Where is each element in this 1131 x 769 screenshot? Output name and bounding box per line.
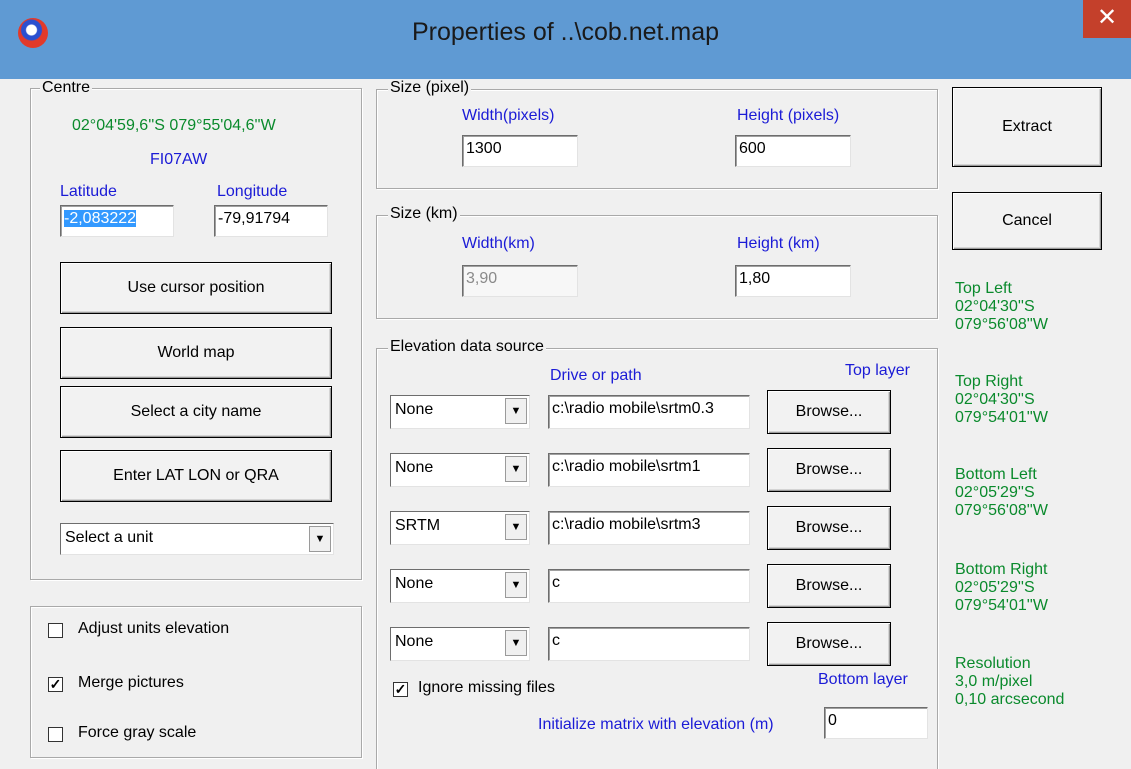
browse-label-5: Browse... xyxy=(795,635,863,652)
resolution-label: Resolution xyxy=(955,655,1031,672)
enter-lat-lon-button[interactable]: Enter LAT LON or QRA xyxy=(60,450,332,502)
elevation-source-select-5[interactable]: None ▼ xyxy=(390,627,530,661)
elevation-path-input-5[interactable]: c xyxy=(548,627,750,661)
merge-pictures-checkbox[interactable]: ✓ xyxy=(48,677,63,692)
elevation-source-value-5: None xyxy=(395,633,434,650)
top-left-lon: 079°56'08''W xyxy=(955,316,1048,333)
elevation-source-select-3[interactable]: SRTM ▼ xyxy=(390,511,530,545)
browse-label-3: Browse... xyxy=(795,519,863,536)
force-gray-label: Force gray scale xyxy=(78,724,197,741)
browse-button-1[interactable]: Browse... xyxy=(767,390,891,434)
width-km-input: 3,90 xyxy=(462,265,578,297)
world-map-button[interactable]: World map xyxy=(60,327,332,379)
top-right-lat: 02°04'30''S xyxy=(955,391,1035,408)
extract-button[interactable]: Extract xyxy=(952,87,1102,167)
resolution-meters: 3,0 m/pixel xyxy=(955,673,1033,690)
resolution-arcsecond: 0,10 arcsecond xyxy=(955,691,1065,708)
adjust-units-checkbox[interactable] xyxy=(48,623,63,638)
elevation-path-input-3[interactable]: c:\radio mobile\srtm3 xyxy=(548,511,750,545)
enter-lat-lon-label: Enter LAT LON or QRA xyxy=(113,467,279,484)
bottom-left-lon: 079°56'08''W xyxy=(955,502,1048,519)
elevation-source-value-4: None xyxy=(395,575,434,592)
top-left-lat: 02°04'30''S xyxy=(955,298,1035,315)
width-km-label: Width(km) xyxy=(462,235,535,252)
cancel-button[interactable]: Cancel xyxy=(952,192,1102,250)
drive-path-label: Drive or path xyxy=(550,367,642,384)
browse-button-5[interactable]: Browse... xyxy=(767,622,891,666)
bottom-right-label: Bottom Right xyxy=(955,561,1048,578)
centre-locator: FI07AW xyxy=(150,151,208,168)
title-bar[interactable]: Properties of ..\cob.net.map ✕ xyxy=(0,0,1131,79)
adjust-units-label: Adjust units elevation xyxy=(78,620,230,637)
window-title: Properties of ..\cob.net.map xyxy=(411,18,720,46)
browse-button-4[interactable]: Browse... xyxy=(767,564,891,608)
browse-label-1: Browse... xyxy=(795,403,863,420)
ignore-missing-checkbox[interactable]: ✓ xyxy=(393,682,408,697)
use-cursor-position-button[interactable]: Use cursor position xyxy=(60,262,332,314)
top-layer-label: Top layer xyxy=(845,362,910,379)
elevation-source-value-1: None xyxy=(395,401,434,418)
chevron-down-icon[interactable]: ▼ xyxy=(505,572,527,598)
merge-pictures-label: Merge pictures xyxy=(78,674,184,691)
chevron-down-icon[interactable]: ▼ xyxy=(309,526,331,552)
elevation-legend: Elevation data source xyxy=(388,338,546,356)
latitude-input[interactable]: -2,083222 xyxy=(60,205,174,237)
bottom-right-lat: 02°05'29''S xyxy=(955,579,1035,596)
bottom-left-label: Bottom Left xyxy=(955,466,1037,483)
width-pixels-label: Width(pixels) xyxy=(462,107,555,124)
select-city-button[interactable]: Select a city name xyxy=(60,386,332,438)
world-map-label: World map xyxy=(157,344,235,361)
select-city-label: Select a city name xyxy=(130,403,262,420)
chevron-down-icon[interactable]: ▼ xyxy=(505,630,527,656)
bottom-left-lat: 02°05'29''S xyxy=(955,484,1035,501)
elevation-path-input-2[interactable]: c:\radio mobile\srtm1 xyxy=(548,453,750,487)
chevron-down-icon[interactable]: ▼ xyxy=(505,514,527,540)
size-km-group xyxy=(376,215,938,319)
latitude-value: -2,083222 xyxy=(64,210,137,227)
unit-select-value: Select a unit xyxy=(65,529,154,546)
elevation-source-value-3: SRTM xyxy=(395,517,441,534)
init-matrix-input[interactable]: 0 xyxy=(824,707,928,739)
elevation-path-input-4[interactable]: c xyxy=(548,569,750,603)
elevation-source-select-4[interactable]: None ▼ xyxy=(390,569,530,603)
chevron-down-icon[interactable]: ▼ xyxy=(505,398,527,424)
use-cursor-position-label: Use cursor position xyxy=(127,279,265,296)
force-gray-checkbox[interactable] xyxy=(48,727,63,742)
size-pixel-legend: Size (pixel) xyxy=(388,79,472,97)
dialog-body: Centre 02°04'59,6''S 079°55'04,6''W FI07… xyxy=(0,79,1131,769)
elevation-source-select-2[interactable]: None ▼ xyxy=(390,453,530,487)
browse-label-4: Browse... xyxy=(795,577,863,594)
height-km-input[interactable]: 1,80 xyxy=(735,265,851,297)
centre-legend: Centre xyxy=(40,79,93,97)
init-matrix-label: Initialize matrix with elevation (m) xyxy=(538,716,774,733)
top-right-label: Top Right xyxy=(955,373,1023,390)
extract-label: Extract xyxy=(1002,118,1052,135)
cancel-label: Cancel xyxy=(1002,212,1052,229)
chevron-down-icon[interactable]: ▼ xyxy=(505,456,527,482)
ignore-missing-label: Ignore missing files xyxy=(418,679,555,696)
longitude-label: Longitude xyxy=(217,183,288,200)
size-km-legend: Size (km) xyxy=(388,205,460,223)
height-pixels-label: Height (pixels) xyxy=(737,107,840,124)
browse-button-2[interactable]: Browse... xyxy=(767,448,891,492)
height-km-label: Height (km) xyxy=(737,235,820,252)
latitude-label: Latitude xyxy=(60,183,117,200)
bottom-right-lon: 079°54'01''W xyxy=(955,597,1048,614)
top-right-lon: 079°54'01''W xyxy=(955,409,1048,426)
width-pixels-input[interactable]: 1300 xyxy=(462,135,578,167)
centre-coordinate: 02°04'59,6''S 079°55'04,6''W xyxy=(72,117,276,134)
browse-button-3[interactable]: Browse... xyxy=(767,506,891,550)
longitude-input[interactable]: -79,91794 xyxy=(214,205,328,237)
close-button[interactable]: ✕ xyxy=(1083,0,1131,38)
browse-label-2: Browse... xyxy=(795,461,863,478)
size-pixel-group xyxy=(376,89,938,189)
unit-select[interactable]: Select a unit ▼ xyxy=(60,523,334,555)
top-left-label: Top Left xyxy=(955,280,1012,297)
elevation-source-value-2: None xyxy=(395,459,434,476)
elevation-source-select-1[interactable]: None ▼ xyxy=(390,395,530,429)
bottom-layer-label: Bottom layer xyxy=(818,671,908,688)
height-pixels-input[interactable]: 600 xyxy=(735,135,851,167)
elevation-path-input-1[interactable]: c:\radio mobile\srtm0.3 xyxy=(548,395,750,429)
